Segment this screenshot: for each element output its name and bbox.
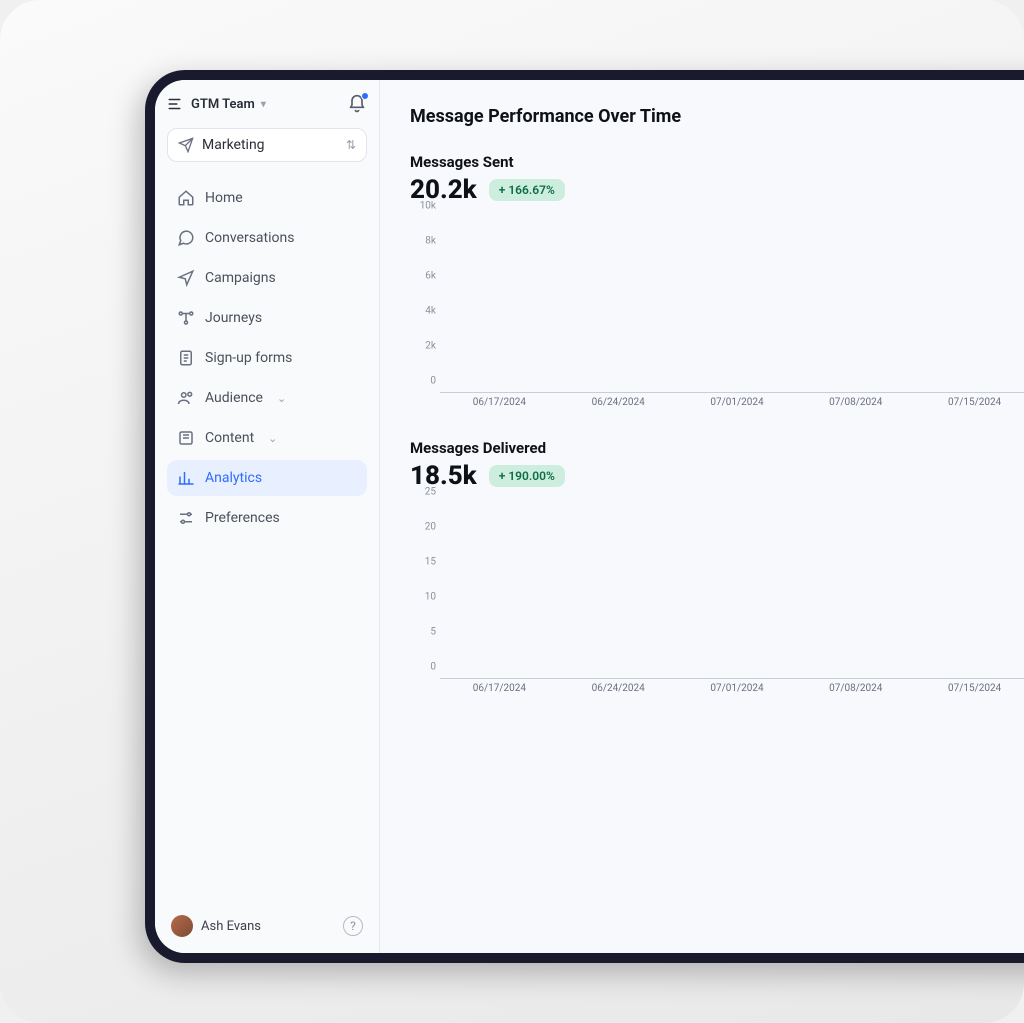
- chart-delivered: 051015202506/17/202406/24/202407/01/2024…: [410, 503, 1024, 703]
- team-name: GTM Team: [191, 97, 255, 112]
- help-button[interactable]: ?: [343, 916, 363, 936]
- sliders-icon: [177, 509, 195, 527]
- sidebar-item-label: Conversations: [205, 230, 294, 246]
- sidebar-item-conversations[interactable]: Conversations: [167, 220, 367, 256]
- x-tick-label: 07/15/2024: [915, 683, 1024, 703]
- x-tick-label: 07/15/2024: [915, 397, 1024, 417]
- sidebar-item-preferences[interactable]: Preferences: [167, 500, 367, 536]
- sidebar-item-signup-forms[interactable]: Sign-up forms: [167, 340, 367, 376]
- chat-icon: [177, 229, 195, 247]
- chart-sent: 02k4k6k8k10k06/17/202406/24/202407/01/20…: [410, 217, 1024, 417]
- home-icon: [177, 189, 195, 207]
- sidebar-item-analytics[interactable]: Analytics: [167, 460, 367, 496]
- page-title: Message Performance Over Time: [410, 106, 1024, 127]
- notifications-button[interactable]: [347, 94, 367, 114]
- user-name: Ash Evans: [201, 919, 261, 934]
- paper-plane-icon: [177, 269, 195, 287]
- y-tick-label: 6k: [410, 271, 436, 282]
- y-tick-label: 0: [410, 376, 436, 387]
- sidebar-item-journeys[interactable]: Journeys: [167, 300, 367, 336]
- chevron-down-icon: ▾: [261, 99, 266, 110]
- sidebar-item-label: Home: [205, 190, 243, 206]
- sidebar-item-label: Campaigns: [205, 270, 276, 286]
- x-tick-label: 06/24/2024: [559, 397, 678, 417]
- x-tick-label: 06/24/2024: [559, 683, 678, 703]
- y-tick-label: 25: [410, 487, 436, 498]
- metric-title: Messages Delivered: [410, 439, 1024, 457]
- y-tick-label: 15: [410, 557, 436, 568]
- metric-delta-badge: + 190.00%: [489, 465, 565, 487]
- team-switcher[interactable]: GTM Team ▾: [167, 95, 266, 113]
- workspace-select[interactable]: Marketing ⇅: [167, 128, 367, 162]
- chevron-down-icon: ⌄: [277, 392, 286, 405]
- sidebar-item-label: Preferences: [205, 510, 280, 526]
- x-tick-label: 06/17/2024: [440, 397, 559, 417]
- send-icon: [178, 137, 194, 153]
- analytics-icon: [177, 469, 195, 487]
- x-tick-label: 07/08/2024: [796, 683, 915, 703]
- metric-delta-badge: + 166.67%: [489, 179, 565, 201]
- sidebar-item-label: Content: [205, 430, 254, 446]
- sidebar-item-label: Audience: [205, 390, 263, 406]
- logo-icon: [167, 95, 185, 113]
- y-tick-label: 2k: [410, 341, 436, 352]
- user-menu[interactable]: Ash Evans ?: [167, 909, 367, 943]
- form-icon: [177, 349, 195, 367]
- content-icon: [177, 429, 195, 447]
- y-tick-label: 0: [410, 662, 436, 673]
- sidebar-item-campaigns[interactable]: Campaigns: [167, 260, 367, 296]
- main-content: Message Performance Over Time Messages S…: [380, 80, 1024, 953]
- sort-icon: ⇅: [346, 138, 356, 152]
- nav: Home Conversations Campaigns Journeys: [167, 180, 367, 536]
- x-tick-label: 06/17/2024: [440, 683, 559, 703]
- x-tick-label: 07/01/2024: [678, 397, 797, 417]
- flow-icon: [177, 309, 195, 327]
- sidebar-item-home[interactable]: Home: [167, 180, 367, 216]
- metric-title: Messages Sent: [410, 153, 1024, 171]
- sidebar-item-label: Journeys: [205, 310, 262, 326]
- chevron-down-icon: ⌄: [268, 432, 277, 445]
- workspace-label: Marketing: [202, 137, 265, 153]
- x-tick-label: 07/08/2024: [796, 397, 915, 417]
- y-tick-label: 8k: [410, 236, 436, 247]
- y-tick-label: 10: [410, 592, 436, 603]
- sidebar-item-label: Analytics: [205, 470, 262, 486]
- sidebar: GTM Team ▾ Marketing ⇅ H: [155, 80, 380, 953]
- metric-delivered: Messages Delivered 18.5k + 190.00% 05101…: [410, 439, 1024, 703]
- metric-sent: Messages Sent 20.2k + 166.67% 02k4k6k8k1…: [410, 153, 1024, 417]
- y-tick-label: 5: [410, 627, 436, 638]
- users-icon: [177, 389, 195, 407]
- notification-dot: [361, 92, 369, 100]
- sidebar-item-content[interactable]: Content ⌄: [167, 420, 367, 456]
- sidebar-item-audience[interactable]: Audience ⌄: [167, 380, 367, 416]
- avatar: [171, 915, 193, 937]
- sidebar-item-label: Sign-up forms: [205, 350, 292, 366]
- y-tick-label: 20: [410, 522, 436, 533]
- y-tick-label: 10k: [410, 201, 436, 212]
- y-tick-label: 4k: [410, 306, 436, 317]
- x-tick-label: 07/01/2024: [678, 683, 797, 703]
